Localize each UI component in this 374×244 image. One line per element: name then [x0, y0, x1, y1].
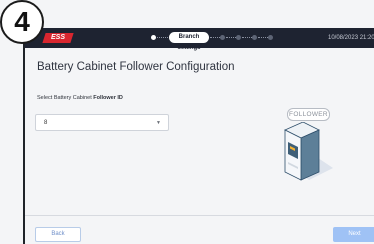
- progress-stepper: Branch settings: [151, 28, 291, 51]
- page-title: Battery Cabinet Follower Configuration: [37, 61, 235, 73]
- footer-divider: [25, 215, 374, 216]
- step-dot-pending: [252, 35, 257, 40]
- step-dot-pending: [220, 35, 225, 40]
- datetime-display: 10/08/2023 21:20: [328, 35, 374, 41]
- step-connector: [226, 37, 236, 38]
- step-connector: [258, 37, 268, 38]
- step-number-badge: 4: [0, 0, 44, 44]
- step-connector: [157, 37, 168, 38]
- step-dot-completed: [151, 35, 156, 40]
- step-dot-pending: [236, 35, 241, 40]
- step-current: Branch settings: [169, 32, 209, 51]
- step-connector: [242, 37, 252, 38]
- app-window: ESS Branch settings 10/08/2023 21:20 Bat…: [23, 28, 374, 244]
- follower-id-label: Select Battery Cabinet Follower ID: [37, 95, 123, 101]
- follower-id-select[interactable]: 8 ▼: [35, 114, 169, 131]
- battery-cabinet-illustration: [284, 122, 333, 181]
- follower-id-value: 8: [44, 120, 48, 126]
- follower-id-label-prefix: Select Battery Cabinet: [37, 95, 94, 101]
- step-dot-pending: [268, 35, 273, 40]
- next-button[interactable]: Next: [333, 227, 374, 242]
- top-bar: ESS Branch settings 10/08/2023 21:20: [25, 28, 374, 51]
- brand-logo: ESS: [42, 33, 74, 43]
- follower-role-badge: FOLLOWER: [287, 108, 330, 121]
- chevron-down-icon: ▼: [156, 120, 161, 126]
- back-button[interactable]: Back: [35, 227, 81, 242]
- brand-logo-text: ESS: [50, 34, 65, 41]
- step-connector: [210, 37, 220, 38]
- follower-id-label-emphasis: Follower ID: [93, 95, 123, 101]
